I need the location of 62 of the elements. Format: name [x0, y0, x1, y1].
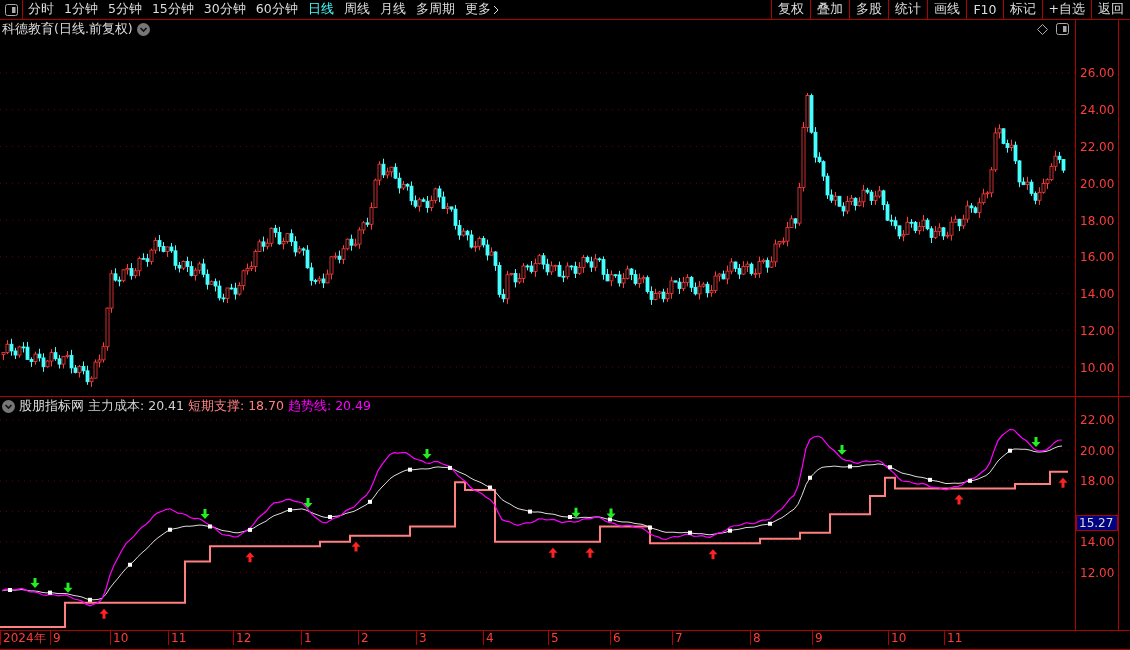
more-tab[interactable]: 更多 — [459, 0, 504, 19]
price-tick: 14.00 — [1080, 287, 1115, 302]
time-label: 8 — [750, 631, 761, 645]
time-label: 7 — [672, 631, 683, 645]
legend-value: 趋势线: 20.49 — [287, 398, 371, 415]
toolbar-button[interactable]: 叠加 — [810, 0, 850, 19]
time-label: 3 — [416, 631, 427, 645]
toolbar-button[interactable]: 复权 — [771, 0, 811, 19]
toolbar-button[interactable]: 多股 — [849, 0, 889, 19]
period-tab[interactable]: 60分钟 — [250, 0, 303, 19]
chart-title: 科德教育(日线.前复权) — [2, 21, 133, 38]
time-label: 6 — [610, 631, 621, 645]
time-label: 11 — [944, 631, 963, 645]
period-tab[interactable]: 30分钟 — [198, 0, 251, 19]
time-label: 12 — [233, 631, 252, 645]
value-tick: 18.00 — [1080, 474, 1115, 489]
price-tick: 20.00 — [1080, 176, 1115, 191]
dropdown-icon[interactable] — [2, 400, 15, 413]
time-label: 9 — [812, 631, 823, 645]
value-tick: 22.00 — [1080, 413, 1115, 427]
period-tab[interactable]: 日线 — [302, 0, 339, 19]
toolbar-button[interactable]: 返回 — [1091, 0, 1130, 19]
cursor-value: 15.27 — [1076, 514, 1118, 531]
price-tick: 26.00 — [1080, 66, 1115, 80]
legend-value: 短期支撑: 18.70 — [188, 398, 284, 415]
value-tick: 20.00 — [1080, 443, 1115, 458]
time-label: 4 — [483, 631, 494, 645]
toolbar-button[interactable]: +自选 — [1041, 0, 1091, 19]
value-tick: 14.00 — [1080, 535, 1115, 550]
panel-toggle-icon[interactable] — [4, 3, 18, 16]
period-tab[interactable]: 15分钟 — [146, 0, 199, 19]
price-tick: 16.00 — [1080, 250, 1115, 265]
price-tick: 24.00 — [1080, 102, 1115, 117]
period-tab[interactable]: 周线 — [338, 0, 375, 19]
time-label: 5 — [548, 631, 559, 645]
dropdown-icon[interactable] — [136, 23, 150, 36]
price-tick: 18.00 — [1080, 213, 1115, 228]
toolbar-button[interactable]: 标记 — [1002, 0, 1042, 19]
indicator-name: 股朋指标网 — [19, 398, 84, 415]
period-tab[interactable]: 分时 — [23, 0, 59, 19]
time-label: 10 — [110, 631, 129, 645]
time-label: 2024年 — [0, 631, 46, 645]
value-tick: 12.00 — [1080, 566, 1115, 580]
time-label: 11 — [168, 631, 187, 645]
period-tab[interactable]: 1分钟 — [59, 0, 103, 19]
toolbar-button[interactable]: 画线 — [927, 0, 967, 19]
toolbar-button[interactable]: 统计 — [888, 0, 928, 19]
chevron-right-icon — [492, 4, 499, 15]
legend-value: 主力成本: 20.41 — [88, 398, 184, 415]
panel-toggle-icon[interactable] — [1056, 23, 1069, 35]
toolbar-button[interactable]: F10 — [966, 0, 1003, 19]
time-label: 2 — [358, 631, 369, 645]
period-tab[interactable]: 月线 — [374, 0, 411, 19]
period-tab[interactable]: 多周期 — [410, 0, 460, 19]
diamond-icon[interactable] — [1037, 23, 1048, 35]
price-tick: 12.00 — [1080, 324, 1115, 339]
price-tick: 22.00 — [1080, 139, 1115, 154]
period-tab[interactable]: 5分钟 — [102, 0, 147, 19]
time-label: 1 — [301, 631, 312, 645]
time-label: 9 — [50, 631, 61, 645]
time-label: 10 — [888, 631, 907, 645]
price-tick: 10.00 — [1080, 361, 1115, 376]
